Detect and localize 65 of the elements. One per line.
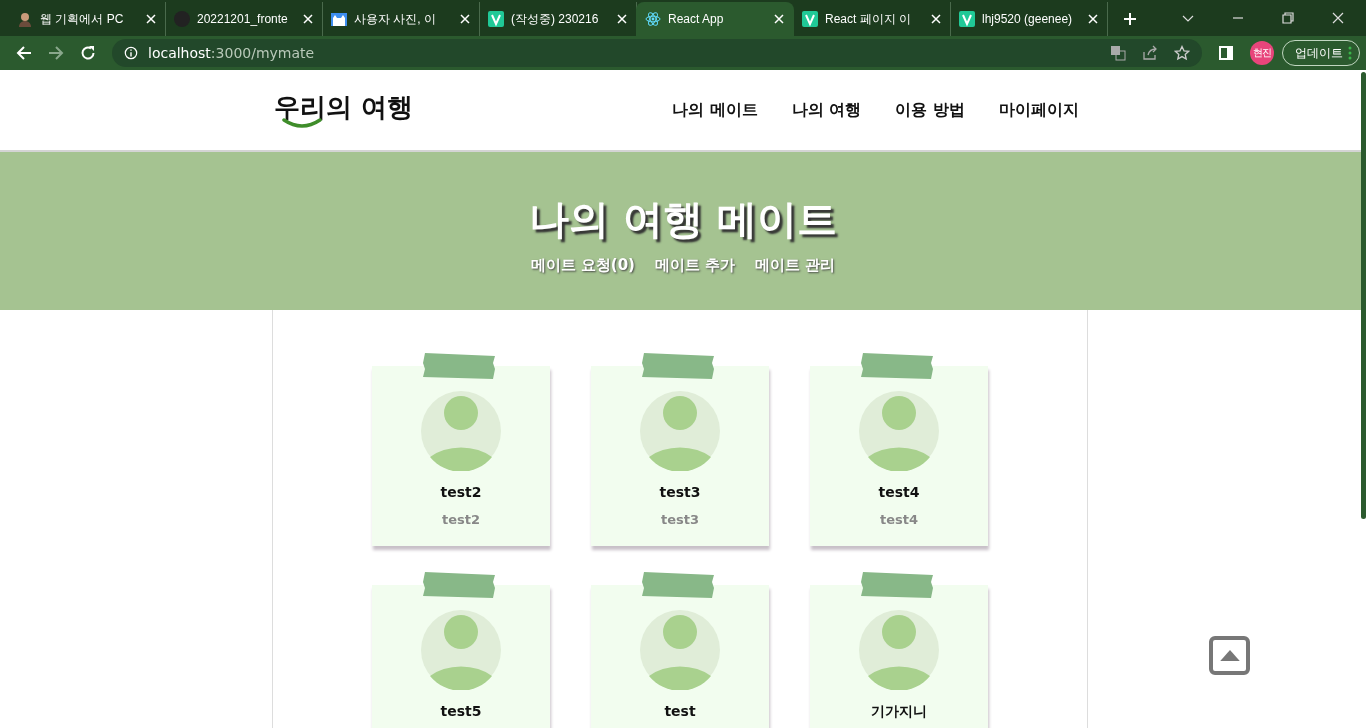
nav-link[interactable]: 마이페이지	[999, 99, 1079, 121]
page-title: 나의 여행 메이트	[529, 195, 837, 244]
mate-card[interactable]: test5	[372, 585, 550, 728]
mate-name: test4	[878, 484, 920, 500]
mate-name: test5	[440, 703, 482, 719]
new-tab-icon[interactable]	[1123, 12, 1137, 26]
tab-title: 웹 기획에서 PC	[40, 10, 125, 28]
nav-link[interactable]: 이용 방법	[895, 99, 965, 121]
mate-name: test2	[440, 484, 482, 500]
side-panel-icon[interactable]	[1218, 45, 1234, 61]
scrollbar[interactable]	[1361, 72, 1366, 519]
mate-name: test3	[659, 484, 701, 500]
more-icon[interactable]	[1348, 45, 1352, 61]
triangle-up-icon	[1218, 649, 1241, 662]
forward-icon[interactable]	[48, 45, 64, 61]
mate-card[interactable]: test4 test4	[810, 366, 988, 546]
cat-icon	[331, 11, 347, 27]
tab-title: 20221201_fronte	[197, 12, 289, 26]
user-avatar-icon	[859, 610, 939, 690]
tab-title: React App	[668, 12, 725, 26]
mate-card[interactable]: test2 test2	[372, 366, 550, 546]
translate-icon[interactable]	[1110, 45, 1126, 61]
tape-drawing	[861, 572, 933, 598]
tape-drawing	[861, 353, 933, 379]
user-avatar-icon	[421, 610, 501, 690]
tab-title: React 페이지 이	[825, 10, 912, 28]
user-avatar-icon	[421, 391, 501, 471]
tape-drawing	[423, 353, 495, 379]
v-logo-icon	[802, 11, 818, 27]
mate-card[interactable]: test3 test3	[591, 366, 769, 546]
profile-avatar[interactable]: 현진	[1250, 41, 1274, 65]
tape-drawing	[642, 353, 714, 379]
restore-icon[interactable]	[1282, 12, 1294, 24]
user-avatar-icon	[640, 391, 720, 471]
tab-title: lhj9520 (geenee)	[982, 12, 1074, 26]
user-avatar-icon	[859, 391, 939, 471]
mate-name: 기가지니	[871, 703, 927, 721]
reload-icon[interactable]	[80, 45, 96, 61]
v-logo-icon	[959, 11, 975, 27]
mate-id: test3	[661, 512, 699, 527]
tape-drawing	[423, 572, 495, 598]
site-logo[interactable]: 우리의 여행	[274, 92, 414, 122]
user-avatar-icon	[640, 610, 720, 690]
atom-icon	[645, 11, 661, 27]
mate-card[interactable]: test	[591, 585, 769, 728]
nav-link[interactable]: 나의 여행	[791, 99, 862, 121]
browser-tab[interactable]: React App	[636, 2, 794, 36]
scroll-to-top-button[interactable]	[1209, 636, 1250, 675]
star-icon[interactable]	[1174, 45, 1190, 61]
tab-title: (작성중) 230216	[511, 10, 600, 28]
back-icon[interactable]	[16, 45, 32, 61]
tab-title: 사용자 사진, 이	[354, 10, 437, 28]
mate-id: test2	[442, 512, 480, 527]
nav-link[interactable]: 나의 메이트	[672, 99, 758, 121]
tape-drawing	[642, 572, 714, 598]
address-bar[interactable]: localhost:3000/mymate	[112, 39, 1202, 67]
v-logo-icon	[488, 11, 504, 27]
avatar-icon	[17, 11, 33, 27]
mate-name: test	[664, 703, 696, 719]
mate-id: test4	[880, 512, 918, 527]
info-icon	[124, 46, 138, 60]
close-icon[interactable]	[1332, 12, 1344, 24]
share-icon[interactable]	[1142, 45, 1158, 61]
url-text: localhost:3000/mymate	[148, 45, 315, 61]
mate-card[interactable]: 기가지니	[810, 585, 988, 728]
